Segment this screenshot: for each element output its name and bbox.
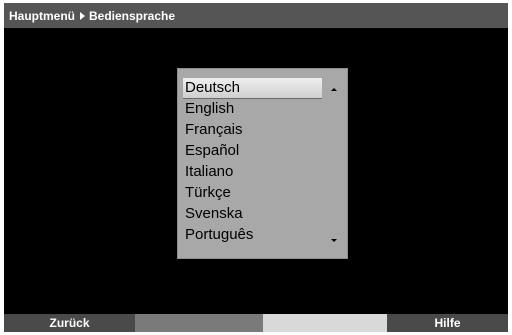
language-menu: Deutsch English Français Español Italian… xyxy=(177,68,348,259)
breadcrumb-current: Bediensprache xyxy=(89,8,176,23)
tv-screen: Hauptmenü Bediensprache Deutsch English … xyxy=(4,3,508,332)
help-button[interactable]: Hilfe xyxy=(387,314,508,332)
back-button[interactable]: Zurück xyxy=(4,314,135,332)
language-option-deutsch[interactable]: Deutsch xyxy=(183,78,322,99)
language-option-portugues[interactable]: Português xyxy=(185,225,253,245)
language-option-english[interactable]: English xyxy=(185,99,234,119)
language-option-svenska[interactable]: Svenska xyxy=(185,204,243,224)
breadcrumb-parent[interactable]: Hauptmenü xyxy=(9,9,75,23)
scroll-up-icon[interactable] xyxy=(331,88,337,91)
language-option-italiano[interactable]: Italiano xyxy=(185,162,233,182)
green-key-button[interactable] xyxy=(135,314,263,332)
scroll-down-icon[interactable] xyxy=(331,239,337,242)
language-option-turkce[interactable]: Türkçe xyxy=(185,183,231,203)
language-option-espanol[interactable]: Español xyxy=(185,141,239,161)
breadcrumb: Hauptmenü Bediensprache xyxy=(4,3,508,28)
yellow-key-button[interactable] xyxy=(263,314,387,332)
breadcrumb-arrow-icon xyxy=(80,11,85,20)
function-key-bar: Zurück Hilfe xyxy=(4,314,508,332)
language-option-francais[interactable]: Français xyxy=(185,120,243,140)
